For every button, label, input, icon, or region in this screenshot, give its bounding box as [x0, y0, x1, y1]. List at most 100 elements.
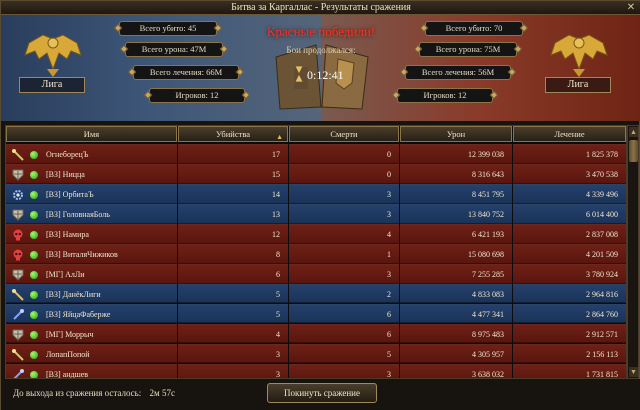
healing-cell: 3 470 538 [513, 163, 626, 184]
scroll-down-icon[interactable]: ▼ [629, 367, 638, 377]
table-row[interactable]: [ВЗ] ОрбитаЪ 14 3 8 451 795 4 339 496 [6, 183, 626, 204]
healing-cell: 2 964 816 [513, 283, 626, 304]
online-status-icon [30, 230, 38, 239]
online-status-icon [30, 290, 38, 299]
damage-cell: 13 840 752 [400, 203, 512, 224]
player-name-cell: ОгнеборецЪ [6, 144, 177, 164]
online-status-icon [30, 350, 38, 359]
sort-arrow-icon: ▲ [276, 133, 283, 141]
hourglass-icon [294, 65, 304, 83]
kills-cell: 12 [178, 223, 288, 244]
online-status-icon [30, 170, 38, 179]
healing-cell: 2 837 008 [513, 223, 626, 244]
results-table: Имя Убийства ▲ Смерти Урон Лечение Огнебо… [5, 125, 627, 379]
player-name-cell: [ВЗ] Ницца [6, 163, 177, 184]
scroll-thumb[interactable] [629, 140, 638, 162]
left-team-name: Лига [19, 77, 85, 93]
deaths-cell: 6 [289, 303, 399, 324]
damage-cell: 15 080 698 [400, 243, 512, 264]
scroll-up-icon[interactable]: ▲ [629, 127, 638, 137]
deaths-cell: 0 [289, 144, 399, 164]
column-header-deaths[interactable]: Смерти [289, 126, 399, 142]
table-row[interactable]: [МГ] АлЛи 6 3 7 255 285 3 780 924 [6, 263, 626, 284]
right-team-name: Лига [545, 77, 611, 93]
right-total-healing: Всего лечения: 56M [399, 65, 517, 80]
damage-cell: 3 638 032 [400, 363, 512, 378]
player-name: [ВЗ] ОрбитаЪ [46, 189, 94, 199]
deaths-cell: 3 [289, 183, 399, 204]
healing-cell: 4 201 509 [513, 243, 626, 264]
table-row[interactable]: [ВЗ] Намира 12 4 6 421 193 2 837 008 [6, 223, 626, 244]
player-name: [ВЗ] ВиталяЧижиков [46, 249, 118, 259]
exit-countdown-label: До выхода из сражения осталось: [13, 388, 142, 398]
table-row[interactable]: [ВЗ] ВиталяЧижиков 8 1 15 080 698 4 201 509 [6, 243, 626, 264]
player-name: [ВЗ] Ницца [46, 169, 85, 179]
table-row[interactable]: [ВЗ] ЯйцаФаберже 5 6 4 477 341 2 864 760 [6, 303, 626, 324]
online-status-icon [30, 190, 38, 199]
table-row[interactable]: [ВЗ] ГоловнаяБоль 13 3 13 840 752 6 014 400 [6, 203, 626, 224]
staff-icon [12, 288, 24, 301]
healing-cell: 2 156 113 [513, 343, 626, 364]
online-status-icon [30, 270, 38, 279]
close-icon[interactable]: ✕ [625, 2, 637, 13]
column-header-kills[interactable]: Убийства ▲ [178, 126, 288, 142]
left-total-healing: Всего лечения: 66M [127, 65, 245, 80]
player-name-cell: [ВЗ] ДанёкЛиги [6, 283, 177, 304]
column-header-name[interactable]: Имя [6, 126, 177, 142]
right-total-damage: Всего урона: 75M [413, 42, 523, 57]
leave-battle-button[interactable]: Покинуть сражение [267, 383, 377, 403]
deaths-cell: 2 [289, 283, 399, 304]
player-name-cell: [ВЗ] ГоловнаяБоль [6, 203, 177, 224]
online-status-icon [30, 151, 38, 159]
kills-cell: 6 [178, 263, 288, 284]
deaths-cell: 3 [289, 203, 399, 224]
player-name-cell: [МГ] АлЛи [6, 263, 177, 284]
player-name-cell: [ВЗ] ЯйцаФаберже [6, 303, 177, 324]
column-header-damage[interactable]: Урон [400, 126, 512, 142]
damage-cell: 7 255 285 [400, 263, 512, 284]
table-row[interactable]: ЛопапПопой 3 5 4 305 957 2 156 113 [6, 343, 626, 364]
kills-cell: 15 [178, 163, 288, 184]
shield-icon [12, 209, 24, 221]
wand-icon [12, 368, 24, 378]
healing-cell: 1 825 378 [513, 144, 626, 164]
player-name-cell: [МГ] Моррыч [6, 323, 177, 344]
exit-countdown-time: 2м 57с [149, 388, 175, 398]
table-scrollbar[interactable]: ▲ ▼ [627, 125, 639, 379]
player-name: [ВЗ] ГоловнаяБоль [46, 209, 110, 219]
table-row[interactable]: [ВЗ] Ницца 15 0 8 316 643 3 470 538 [6, 163, 626, 184]
online-status-icon [30, 370, 38, 378]
healing-cell: 4 339 496 [513, 183, 626, 204]
battle-timer: 0:12:41 [307, 68, 344, 82]
column-header-healing[interactable]: Лечение [513, 126, 626, 142]
footer: До выхода из сражения осталось: 2м 57с П… [1, 379, 640, 410]
player-name: [ВЗ] ДанёкЛиги [46, 289, 101, 299]
damage-cell: 8 316 643 [400, 163, 512, 184]
table-row[interactable]: [МГ] Моррыч 4 6 8 975 483 2 912 571 [6, 323, 626, 344]
damage-cell: 6 421 193 [400, 223, 512, 244]
kills-cell: 5 [178, 283, 288, 304]
skull-icon [12, 249, 24, 261]
deaths-cell: 4 [289, 223, 399, 244]
left-total-damage: Всего урона: 47M [119, 42, 229, 57]
kills-cell: 14 [178, 183, 288, 204]
healing-cell: 3 780 924 [513, 263, 626, 284]
player-name: ОгнеборецЪ [46, 150, 89, 159]
battle-header: Лига Лига Всего убито: 45 Всего урона: 4… [1, 15, 640, 121]
title-bar: Битва за Каргаллас - Результаты сражения… [1, 1, 640, 15]
shield-icon [12, 329, 24, 341]
table-row[interactable]: [ВЗ] андшев 3 3 3 638 032 1 731 815 [6, 363, 626, 378]
skull-icon [12, 229, 24, 241]
left-total-kills: Всего убито: 45 [113, 21, 223, 36]
kills-cell: 3 [178, 363, 288, 378]
staff-icon [12, 348, 24, 361]
gear-icon [12, 189, 24, 201]
table-row[interactable]: [ВЗ] ДанёкЛиги 5 2 4 833 083 2 964 816 [6, 283, 626, 304]
damage-cell: 4 305 957 [400, 343, 512, 364]
table-row[interactable]: ОгнеборецЪ 17 0 12 399 038 1 825 378 [6, 144, 626, 164]
kills-cell: 8 [178, 243, 288, 264]
battle-results-window: Битва за Каргаллас - Результаты сражения… [0, 0, 640, 410]
staff-icon [12, 149, 24, 161]
kills-cell: 5 [178, 303, 288, 324]
player-name: ЛопапПопой [46, 349, 90, 359]
